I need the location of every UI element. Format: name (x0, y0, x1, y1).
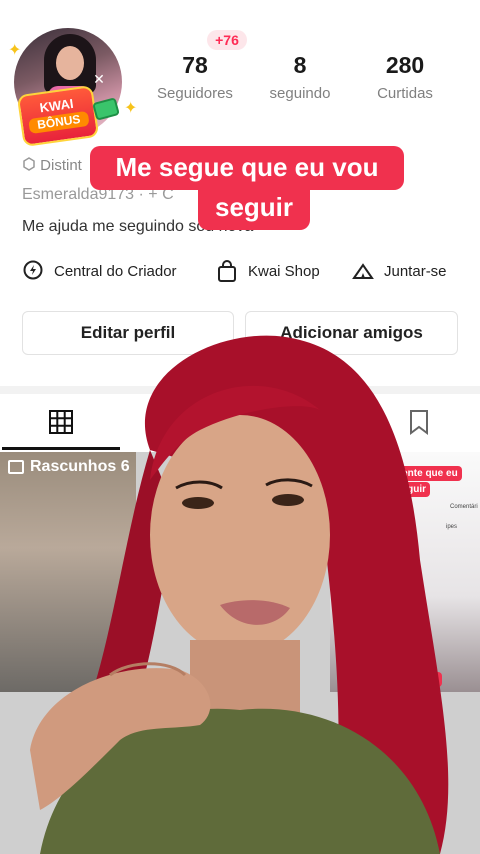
kwai-shop-link[interactable]: Kwai Shop (216, 258, 320, 284)
bolt-pin-icon (23, 260, 43, 280)
likes-stat[interactable]: 280 Curtidas (355, 52, 455, 102)
group-tent-icon (352, 263, 374, 279)
followers-label: Seguidores (157, 85, 233, 102)
following-count: 8 (293, 52, 307, 78)
distinction-icon (23, 157, 35, 171)
following-label: seguindo (269, 85, 331, 102)
kwai-bonus-badge[interactable]: KWAI BÔNUS (16, 84, 100, 148)
shopping-bag-icon (218, 260, 236, 282)
followers-count: 78 (182, 52, 208, 78)
join-label: Juntar-se (384, 262, 447, 280)
followers-stat[interactable]: 78 Seguidores (145, 52, 245, 102)
new-followers-badge: +76 (207, 30, 247, 50)
distinction-row[interactable]: Distint (22, 157, 82, 174)
likes-count: 280 (385, 52, 425, 78)
kwai-shop-label: Kwai Shop (248, 262, 320, 280)
likes-label: Curtidas (377, 85, 433, 102)
following-stat[interactable]: 8 seguindo (250, 52, 350, 102)
sparkle-icon: ✦ (124, 100, 138, 117)
join-link[interactable]: Juntar-se (352, 258, 447, 284)
creator-center-link[interactable]: Central do Criador (22, 258, 177, 284)
distinction-text: Distint (40, 157, 82, 174)
sparkle-icon: ✦ (8, 42, 22, 59)
video-caption-line2: seguir (198, 190, 310, 230)
video-caption-line1: Me segue que eu vou (90, 146, 404, 190)
close-icon[interactable]: ✕ (92, 72, 106, 86)
avatar-face (56, 46, 84, 80)
creator-person-overlay (30, 335, 449, 854)
creator-center-label: Central do Criador (54, 262, 177, 280)
